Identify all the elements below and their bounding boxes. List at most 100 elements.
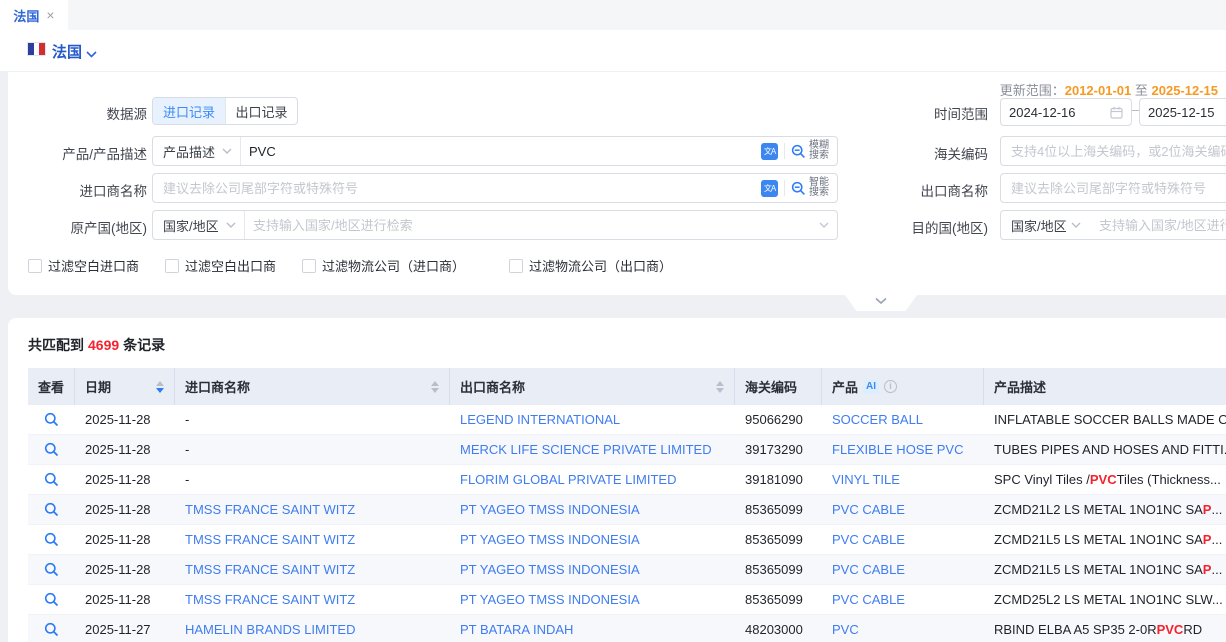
- filter-logistics-exporter-checkbox[interactable]: 过滤物流公司（出口商）: [509, 256, 672, 275]
- exporter-cell[interactable]: PT YAGEO TMSS INDONESIA: [450, 585, 735, 614]
- table-row: 2025-11-28-FLORIM GLOBAL PRIVATE LIMITED…: [28, 465, 1226, 495]
- destination-country-label: 目的国(地区): [788, 217, 988, 237]
- column-header-exporter[interactable]: 出口商名称: [450, 368, 735, 405]
- product-cell[interactable]: VINYL TILE: [822, 465, 984, 494]
- date-cell: 2025-11-28: [75, 465, 175, 494]
- hs-code-cell: 85365099: [735, 495, 822, 524]
- destination-country-input[interactable]: [1089, 211, 1226, 239]
- destination-country-select[interactable]: 国家/地区: [1000, 210, 1090, 240]
- magnifier-icon[interactable]: [44, 532, 59, 547]
- product-cell[interactable]: SOCCER BALL: [822, 405, 984, 434]
- view-record-button[interactable]: [28, 615, 75, 642]
- exporter-cell[interactable]: MERCK LIFE SCIENCE PRIVATE LIMITED: [450, 435, 735, 464]
- import-records-tab[interactable]: 进口记录: [153, 98, 225, 124]
- filter-blank-importer-checkbox[interactable]: 过滤空白进口商: [28, 256, 139, 275]
- chevron-down-icon: [222, 148, 232, 154]
- checkbox-icon: [165, 259, 179, 273]
- product-cell[interactable]: FLEXIBLE HOSE PVC: [822, 435, 984, 464]
- translate-icon[interactable]: 文A: [761, 143, 778, 160]
- calendar-icon: [1110, 106, 1123, 119]
- data-source-segmented: 进口记录 出口记录: [152, 97, 298, 125]
- exporter-cell[interactable]: PT YAGEO TMSS INDONESIA: [450, 495, 735, 524]
- sort-icon[interactable]: [716, 381, 724, 393]
- description-cell: ZCMD21L5 LS METAL 1NO1NC SA P...: [984, 555, 1226, 584]
- date-end-input[interactable]: 2025-12-15: [1139, 98, 1226, 126]
- france-flag-icon: [28, 43, 45, 55]
- product-cell[interactable]: PVC CABLE: [822, 525, 984, 554]
- filter-panel: 更新范围：2012-01-01 至 2025-12-15 数据源 进口记录 出口…: [8, 71, 1226, 295]
- importer-cell[interactable]: HAMELIN BRANDS LIMITED: [175, 615, 450, 642]
- product-search-input[interactable]: [241, 137, 761, 165]
- product-cell[interactable]: PVC CABLE: [822, 495, 984, 524]
- importer-cell[interactable]: TMSS FRANCE SAINT WITZ: [175, 525, 450, 554]
- view-record-button[interactable]: [28, 405, 75, 434]
- magnifier-icon[interactable]: [44, 562, 59, 577]
- view-record-button[interactable]: [28, 495, 75, 524]
- magnifier-icon[interactable]: [44, 502, 59, 517]
- column-header-date[interactable]: 日期: [75, 368, 175, 405]
- chevron-down-icon[interactable]: [86, 45, 97, 63]
- origin-country-select[interactable]: 国家/地区: [153, 211, 245, 239]
- magnifier-icon[interactable]: [44, 442, 59, 457]
- view-record-button[interactable]: [28, 555, 75, 584]
- sort-icon[interactable]: [431, 381, 439, 393]
- origin-country-input[interactable]: [245, 211, 819, 239]
- description-cell: ZCMD21L2 LS METAL 1NO1NC SA P...: [984, 495, 1226, 524]
- exporter-cell[interactable]: FLORIM GLOBAL PRIVATE LIMITED: [450, 465, 735, 494]
- checkbox-icon: [302, 259, 316, 273]
- product-cell[interactable]: PVC: [822, 615, 984, 642]
- export-records-tab[interactable]: 出口记录: [225, 98, 297, 124]
- view-record-button[interactable]: [28, 435, 75, 464]
- translate-icon[interactable]: 文A: [761, 180, 778, 197]
- magnifier-icon[interactable]: [44, 622, 59, 637]
- chevron-down-icon: [1071, 222, 1081, 228]
- magnifier-icon[interactable]: [44, 472, 59, 487]
- table-row: 2025-11-27HAMELIN BRANDS LIMITEDPT BATAR…: [28, 615, 1226, 642]
- tab-france[interactable]: 法国 ×: [0, 0, 68, 30]
- importer-cell[interactable]: TMSS FRANCE SAINT WITZ: [175, 495, 450, 524]
- product-cell[interactable]: PVC CABLE: [822, 555, 984, 584]
- hs-code-cell: 39173290: [735, 435, 822, 464]
- view-record-button[interactable]: [28, 585, 75, 614]
- update-range-start: 2012-01-01: [1065, 83, 1132, 98]
- exporter-name-input[interactable]: [1001, 174, 1226, 202]
- table-row: 2025-11-28TMSS FRANCE SAINT WITZPT YAGEO…: [28, 585, 1226, 615]
- importer-cell: -: [175, 405, 450, 434]
- view-record-button[interactable]: [28, 525, 75, 554]
- info-icon[interactable]: i: [884, 380, 897, 393]
- exporter-cell[interactable]: PT YAGEO TMSS INDONESIA: [450, 555, 735, 584]
- table-row: 2025-11-28-MERCK LIFE SCIENCE PRIVATE LI…: [28, 435, 1226, 465]
- filter-logistics-importer-checkbox[interactable]: 过滤物流公司（进口商）: [302, 256, 465, 275]
- filter-blank-exporter-checkbox[interactable]: 过滤空白出口商: [165, 256, 276, 275]
- magnifier-icon[interactable]: [44, 412, 59, 427]
- collapse-panel-handle[interactable]: [845, 295, 917, 311]
- origin-country-label: 原产国(地区): [8, 217, 147, 237]
- chevron-down-icon: [875, 297, 887, 305]
- exporter-cell[interactable]: LEGEND INTERNATIONAL: [450, 405, 735, 434]
- tab-title: 法国: [13, 6, 39, 25]
- importer-name-input[interactable]: [153, 174, 761, 202]
- description-cell: INFLATABLE SOCCER BALLS MADE O...: [984, 405, 1226, 434]
- magnifier-icon[interactable]: [44, 592, 59, 607]
- description-cell: SPC Vinyl Tiles / PVC Tiles (Thickness..…: [984, 465, 1226, 494]
- date-start-input[interactable]: 2024-12-16: [1000, 98, 1132, 126]
- country-name: 法国: [52, 41, 82, 62]
- exporter-cell[interactable]: PT BATARA INDAH: [450, 615, 735, 642]
- destination-country-field: [1089, 210, 1226, 240]
- product-field-select[interactable]: 产品描述: [153, 137, 241, 165]
- divider: [784, 143, 785, 159]
- description-cell: RBIND ELBA A5 SP35 2-0R PVC RD: [984, 615, 1226, 642]
- column-header-importer[interactable]: 进口商名称: [175, 368, 450, 405]
- description-cell: TUBES PIPES AND HOSES AND FITTI...: [984, 435, 1226, 464]
- match-count-number: 4699: [84, 337, 123, 353]
- update-range-end: 2025-12-15: [1152, 83, 1219, 98]
- hs-code-input[interactable]: [1001, 137, 1226, 165]
- product-cell[interactable]: PVC CABLE: [822, 585, 984, 614]
- exporter-cell[interactable]: PT YAGEO TMSS INDONESIA: [450, 525, 735, 554]
- close-icon[interactable]: ×: [46, 8, 54, 22]
- sort-icon[interactable]: [156, 381, 164, 393]
- importer-cell[interactable]: TMSS FRANCE SAINT WITZ: [175, 585, 450, 614]
- table-body: 2025-11-28-LEGEND INTERNATIONAL95066290S…: [28, 405, 1226, 642]
- view-record-button[interactable]: [28, 465, 75, 494]
- importer-cell[interactable]: TMSS FRANCE SAINT WITZ: [175, 555, 450, 584]
